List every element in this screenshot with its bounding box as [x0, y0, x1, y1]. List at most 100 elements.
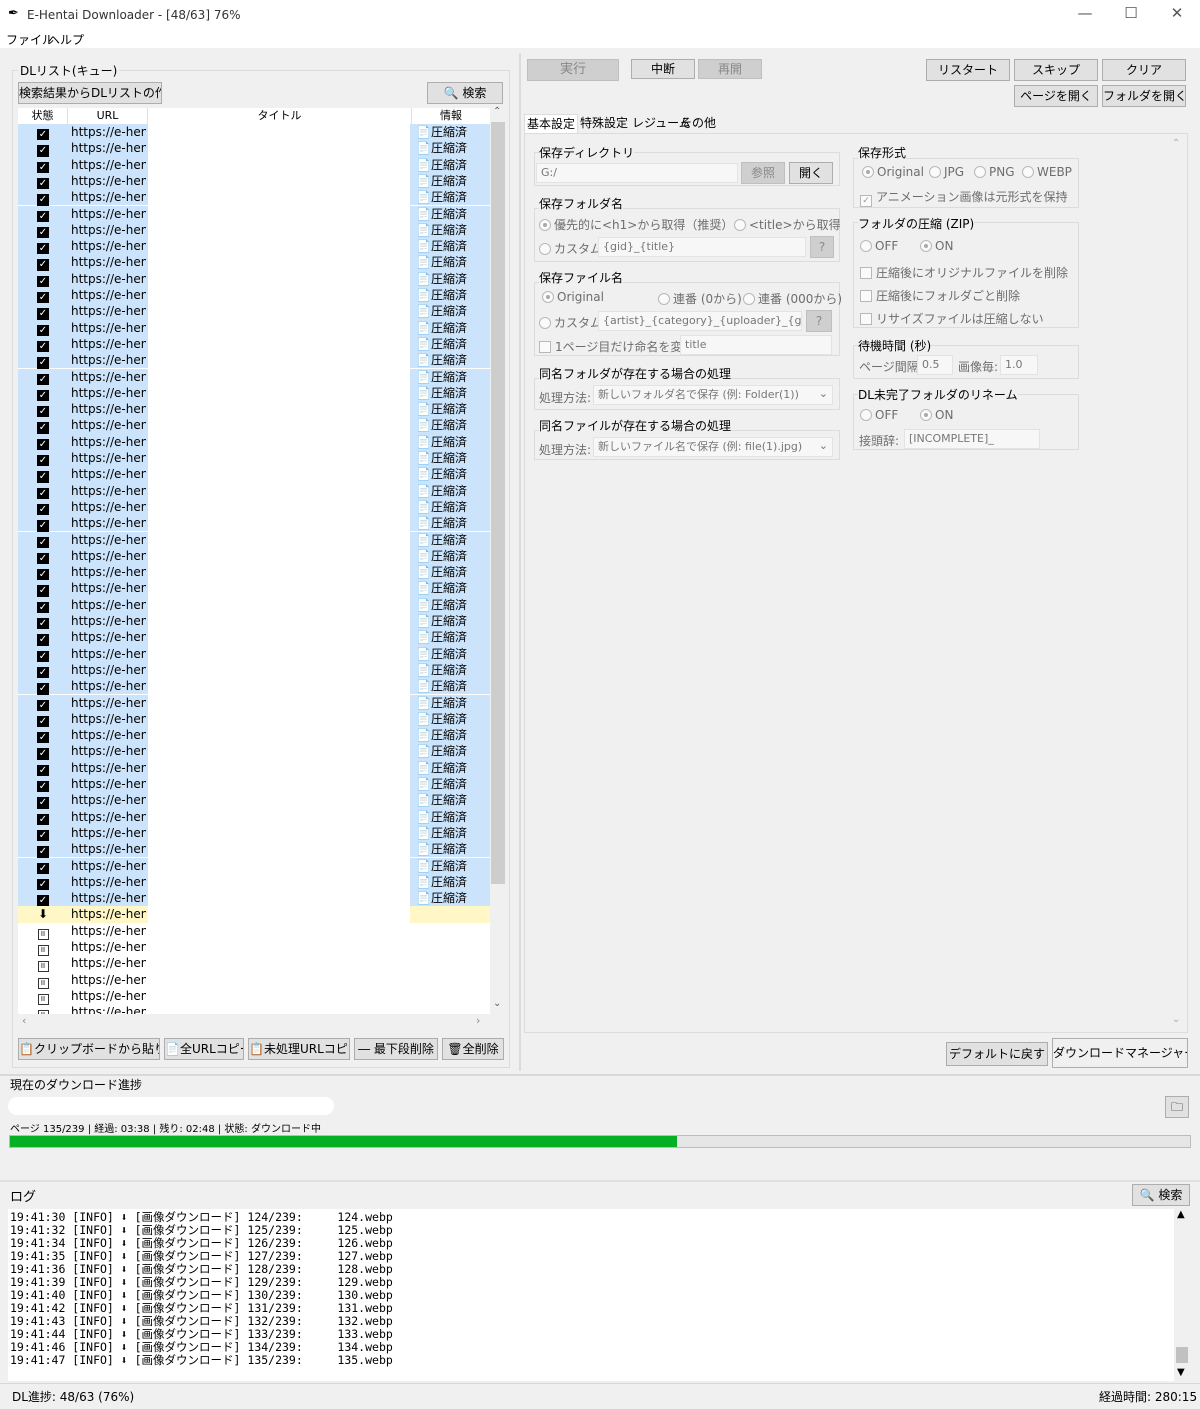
table-row[interactable]: ✓ https://e-hentai.org 📄圧縮済 — [18, 319, 490, 337]
table-row[interactable]: ✓ https://e-hentai.org 📄圧縮済 — [18, 564, 490, 582]
panel-splitter[interactable] — [519, 53, 521, 1071]
table-row[interactable]: ✓ https://e-hentai.org 📄圧縮済 — [18, 287, 490, 304]
format-png[interactable]: PNG — [974, 165, 1015, 179]
folder-opt-title[interactable]: <title>から取得 — [734, 216, 841, 233]
row-status[interactable]: ✓ — [18, 417, 68, 435]
row-status[interactable]: ✓ — [18, 532, 68, 549]
table-row[interactable]: ✓ https://e-hentai.org 📄圧縮済 — [18, 824, 490, 842]
row-status[interactable]: ✓ — [18, 515, 68, 533]
minimize-button[interactable]: — — [1062, 4, 1108, 26]
table-row[interactable]: ✓ https://e-hentai.org 📄圧縮済 — [18, 710, 490, 728]
table-row[interactable]: ✓ https://e-hentai.org 📄圧縮済 — [18, 384, 490, 402]
dl-list-hscrollbar[interactable]: ‹ › — [18, 1014, 490, 1030]
log-vscrollbar[interactable]: ▲ ▼ — [1174, 1209, 1190, 1381]
table-row[interactable]: ✓ https://e-hentai.org 📄圧縮済 — [18, 498, 490, 516]
create-dl-list-button[interactable]: 検索結果からDLリストの作成 — [18, 82, 162, 104]
format-jpg[interactable]: JPG — [929, 165, 964, 179]
table-row[interactable]: ✓ https://e-hentai.org 📄圧縮済 — [18, 873, 490, 891]
table-row[interactable]: ✓ https://e-hentai.org 📄圧縮済 — [18, 808, 490, 826]
row-status[interactable]: ✓ — [18, 483, 68, 500]
first-page-rename-checkbox[interactable]: 1ページ目だけ命名を変更 — [539, 338, 694, 355]
table-row[interactable]: IIhttps://e-hentai.org — [18, 939, 490, 956]
table-row[interactable]: ✓ https://e-hentai.org 📄圧縮済 — [18, 596, 490, 614]
row-status[interactable]: ✓ — [18, 841, 68, 859]
row-status[interactable]: ✓ — [18, 466, 68, 484]
table-row[interactable]: ✓ https://e-hentai.org 📄圧縮済 — [18, 857, 490, 875]
table-row[interactable]: ✓ https://e-hentai.org 📄圧縮済 — [18, 743, 490, 761]
open-download-folder-button[interactable]: 🗀 — [1165, 1096, 1189, 1118]
scroll-up-icon[interactable]: ⌃ — [493, 106, 501, 117]
column-header-info[interactable]: 情報 — [412, 108, 490, 124]
table-row[interactable]: ✓ https://e-hentai.org 📄圧縮済 — [18, 776, 490, 793]
row-status[interactable]: ✓ — [18, 646, 68, 663]
table-row[interactable]: IIhttps://e-hentai.org — [18, 1004, 490, 1014]
table-row[interactable]: ✓ https://e-hentai.org 📄圧縮済 — [18, 678, 490, 696]
row-status[interactable]: ✓ — [18, 776, 68, 793]
folder-custom-input[interactable]: {gid}_{title} — [598, 237, 806, 257]
table-row[interactable]: ✓ https://e-hentai.org 📄圧縮済 — [18, 270, 490, 288]
keep-anim-checkbox[interactable]: ✓ アニメーション画像は元形式を保持 — [860, 188, 1068, 207]
settings-scroll-down-icon[interactable]: ⌄ — [1172, 1014, 1180, 1025]
reset-default-button[interactable]: デフォルトに戻す — [946, 1042, 1048, 1066]
del-folder-checkbox[interactable]: 圧縮後にフォルダごと削除 — [860, 287, 1020, 304]
table-row[interactable]: ✓ https://e-hentai.org 📄圧縮済 — [18, 238, 490, 256]
table-row[interactable]: ✓ https://e-hentai.org 📄圧縮済 — [18, 694, 490, 712]
row-status[interactable]: ✓ — [18, 385, 68, 402]
image-interval-input[interactable]: 1.0 — [1000, 355, 1038, 375]
skip-button[interactable]: スキップ — [1014, 59, 1098, 81]
row-status[interactable]: ✓ — [18, 369, 68, 386]
row-status[interactable]: ✓ — [18, 206, 68, 223]
close-button[interactable]: ✕ — [1154, 4, 1200, 26]
table-row[interactable]: ✓ https://e-hentai.org 📄圧縮済 — [18, 792, 490, 810]
row-status[interactable]: ✓ — [18, 809, 68, 826]
page-interval-input[interactable]: 0.5 — [917, 355, 953, 375]
folder-opt-h1[interactable]: 優先的に<h1>から取得（推奨） — [539, 216, 733, 233]
row-status[interactable]: ✓ — [18, 140, 68, 158]
table-row[interactable]: IIhttps://e-hentai.org — [18, 987, 490, 1005]
row-status[interactable]: ✓ — [18, 222, 68, 239]
column-header-title[interactable]: タイトル — [148, 108, 412, 124]
row-status[interactable]: ✓ — [18, 254, 68, 272]
table-row[interactable]: ✓ https://e-hentai.org 📄圧縮済 — [18, 613, 490, 630]
table-row[interactable]: IIhttps://e-hentai.org — [18, 955, 490, 973]
table-row[interactable]: ✓ https://e-hentai.org 📄圧縮済 — [18, 547, 490, 565]
row-status[interactable]: ✓ — [18, 629, 68, 647]
table-row[interactable]: ⬇ https://e-hentai.org — [18, 906, 490, 923]
row-status[interactable]: ✓ — [18, 173, 68, 190]
clear-button[interactable]: クリア — [1102, 59, 1186, 81]
row-status[interactable]: ✓ — [18, 271, 68, 288]
copy-unprocessed-url-button[interactable]: 📋未処理URLコピー — [248, 1038, 350, 1060]
row-status[interactable]: ✓ — [18, 597, 68, 614]
table-row[interactable]: ✓ https://e-hentai.org 📄圧縮済 — [18, 254, 490, 272]
table-row[interactable]: ✓ https://e-hentai.org 📄圧縮済 — [18, 189, 490, 207]
maximize-button[interactable]: ☐ — [1108, 4, 1154, 26]
row-status[interactable]: ✓ — [18, 874, 68, 891]
del-orig-checkbox[interactable]: 圧縮後にオリジナルファイルを削除 — [860, 264, 1068, 281]
table-row[interactable]: ✓ https://e-hentai.org 📄圧縮済 — [18, 580, 490, 598]
table-row[interactable]: IIhttps://e-hentai.org — [18, 922, 490, 940]
row-status[interactable]: ✓ — [18, 825, 68, 842]
table-row[interactable]: ✓ https://e-hentai.org 📄圧縮済 — [18, 661, 490, 679]
row-status[interactable]: ✓ — [18, 401, 68, 419]
row-status[interactable]: ✓ — [18, 124, 68, 141]
table-row[interactable]: ✓ https://e-hentai.org 📄圧縮済 — [18, 841, 490, 859]
table-row[interactable]: ✓ https://e-hentai.org 📄圧縮済 — [18, 140, 490, 158]
table-row[interactable]: ✓ https://e-hentai.org 📄圧縮済 — [18, 205, 490, 223]
table-row[interactable]: ✓ https://e-hentai.org 📄圧縮済 — [18, 172, 490, 190]
row-status[interactable]: II — [18, 972, 68, 989]
dl-list-vscrollbar[interactable]: ⌃ ⌄ — [490, 106, 506, 1014]
column-header-status[interactable]: 状態 — [18, 108, 68, 124]
row-status[interactable]: ✓ — [18, 613, 68, 630]
tab-basic[interactable]: 基本設定 — [524, 114, 579, 134]
scroll-down-icon[interactable]: ⌄ — [493, 998, 501, 1009]
table-row[interactable]: ✓ https://e-hentai.org 📄圧縮済 — [18, 156, 490, 174]
row-status[interactable]: ✓ — [18, 890, 68, 908]
row-status[interactable]: ✓ — [18, 580, 68, 598]
save-dir-input[interactable]: G:/ — [536, 163, 738, 183]
table-row[interactable]: ✓ https://e-hentai.org 📄圧縮済 — [18, 433, 490, 451]
row-status[interactable]: ✓ — [18, 320, 68, 337]
browse-button[interactable]: 参照 — [741, 162, 785, 184]
open-folder-button[interactable]: フォルダを開く — [1102, 85, 1186, 107]
row-status[interactable]: ✓ — [18, 743, 68, 761]
tab-other[interactable]: その他 — [678, 114, 718, 134]
